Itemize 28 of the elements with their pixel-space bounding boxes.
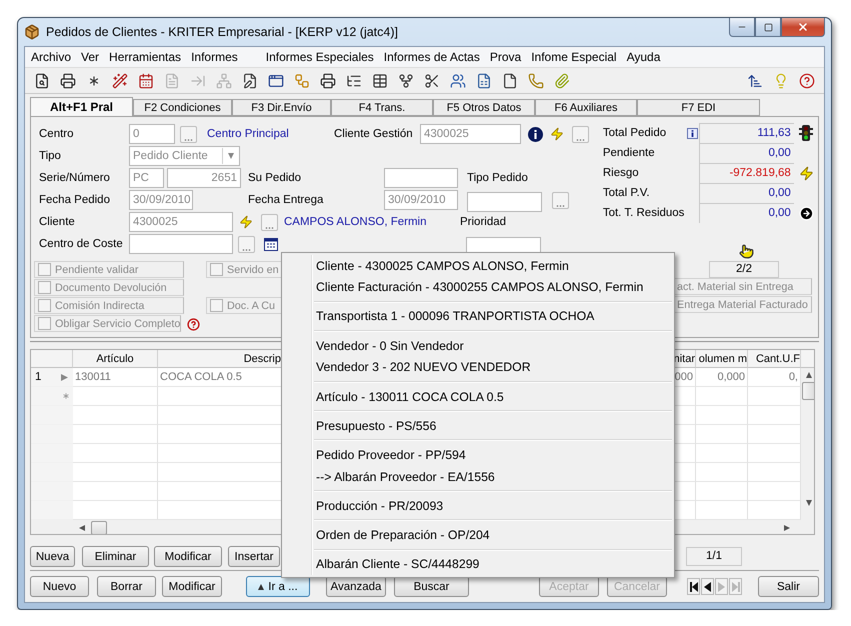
table-cell: 130011 xyxy=(73,368,158,387)
field-label: Prioridad xyxy=(460,216,508,228)
checkbox-label: act. Material sin Entrega xyxy=(674,278,812,295)
field-label: Cliente Gestión xyxy=(334,128,414,140)
page-counter: 2/2 xyxy=(709,261,779,278)
field-label: Fecha Entrega xyxy=(248,194,324,206)
field-label: Tipo Pedido xyxy=(467,172,529,184)
total-value: 0,00 xyxy=(698,183,794,203)
field-label: Fecha Pedido xyxy=(39,194,111,206)
total-value: -972.819,68 xyxy=(698,163,794,183)
total-label: Pendiente xyxy=(602,147,656,159)
field-label: Su Pedido xyxy=(248,172,302,184)
checkbox-label: Entrega Material Facturado xyxy=(674,296,812,313)
total-label: Total P.V. xyxy=(602,187,651,199)
table-cell: 0,000 xyxy=(696,368,748,387)
field-label: Serie/Número xyxy=(39,172,111,184)
total-value: 0,00 xyxy=(698,203,794,223)
total-value: 0,00 xyxy=(698,143,794,163)
total-label: Riesgo xyxy=(602,167,640,179)
field-label: Centro xyxy=(39,128,75,140)
total-value: 111,63 xyxy=(698,123,794,143)
record-counter: 1/1 xyxy=(686,547,742,566)
total-label: Tot. T. Residuos xyxy=(602,207,686,219)
field-label: Tipo xyxy=(39,150,62,162)
total-label: Total Pedido xyxy=(602,127,668,139)
field-label: Cliente xyxy=(39,216,76,228)
window-title: Pedidos de Clientes - KRITER Empresarial - [KERP v12 (jatc4)] xyxy=(46,25,398,39)
field-label: Centro de Coste xyxy=(39,238,124,250)
